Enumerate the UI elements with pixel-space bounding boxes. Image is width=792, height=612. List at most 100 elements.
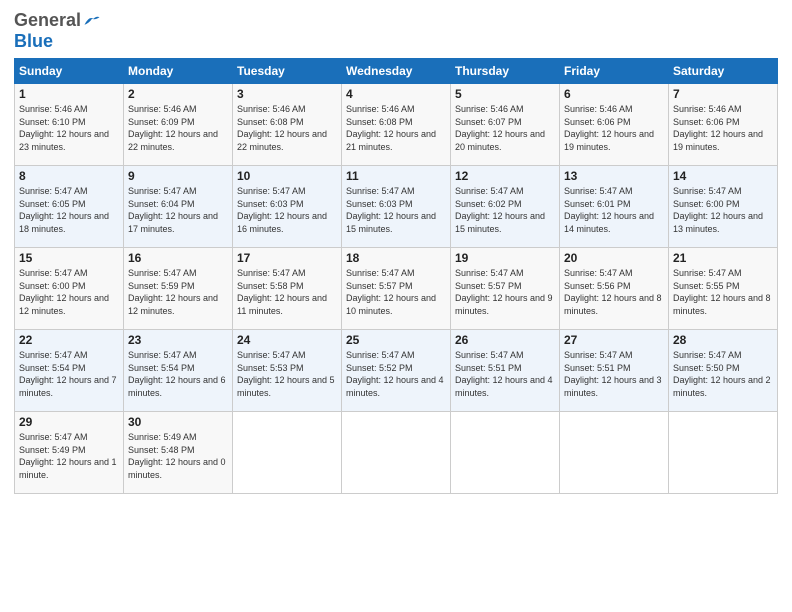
day-cell-5: 5 Sunrise: 5:46 AM Sunset: 6:07 PM Dayli… [451,84,560,166]
day-number: 19 [455,251,555,265]
day-info: Sunrise: 5:47 AM Sunset: 6:00 PM Dayligh… [19,267,119,317]
day-number: 2 [128,87,228,101]
day-info: Sunrise: 5:47 AM Sunset: 5:59 PM Dayligh… [128,267,228,317]
weekday-header-saturday: Saturday [669,59,778,84]
day-number: 25 [346,333,446,347]
weekday-header-monday: Monday [124,59,233,84]
day-cell-10: 10 Sunrise: 5:47 AM Sunset: 6:03 PM Dayl… [233,166,342,248]
day-number: 17 [237,251,337,265]
day-info: Sunrise: 5:47 AM Sunset: 5:57 PM Dayligh… [455,267,555,317]
day-cell-4: 4 Sunrise: 5:46 AM Sunset: 6:08 PM Dayli… [342,84,451,166]
page: General Blue SundayMondayTuesdayWednesda… [0,0,792,612]
day-cell-22: 22 Sunrise: 5:47 AM Sunset: 5:54 PM Dayl… [15,330,124,412]
empty-cell [342,412,451,494]
weekday-header-row: SundayMondayTuesdayWednesdayThursdayFrid… [15,59,778,84]
day-info: Sunrise: 5:47 AM Sunset: 5:52 PM Dayligh… [346,349,446,399]
day-cell-29: 29 Sunrise: 5:47 AM Sunset: 5:49 PM Dayl… [15,412,124,494]
day-info: Sunrise: 5:47 AM Sunset: 5:57 PM Dayligh… [346,267,446,317]
day-number: 28 [673,333,773,347]
day-cell-16: 16 Sunrise: 5:47 AM Sunset: 5:59 PM Dayl… [124,248,233,330]
day-cell-15: 15 Sunrise: 5:47 AM Sunset: 6:00 PM Dayl… [15,248,124,330]
day-number: 29 [19,415,119,429]
logo-blue-text: Blue [14,31,53,51]
logo: General Blue [14,10,101,52]
day-number: 12 [455,169,555,183]
day-info: Sunrise: 5:47 AM Sunset: 5:51 PM Dayligh… [455,349,555,399]
day-info: Sunrise: 5:47 AM Sunset: 5:49 PM Dayligh… [19,431,119,481]
day-info: Sunrise: 5:47 AM Sunset: 6:05 PM Dayligh… [19,185,119,235]
day-cell-8: 8 Sunrise: 5:47 AM Sunset: 6:05 PM Dayli… [15,166,124,248]
week-row-2: 8 Sunrise: 5:47 AM Sunset: 6:05 PM Dayli… [15,166,778,248]
day-number: 27 [564,333,664,347]
logo-general-text: General [14,10,81,31]
day-number: 8 [19,169,119,183]
day-cell-18: 18 Sunrise: 5:47 AM Sunset: 5:57 PM Dayl… [342,248,451,330]
week-row-1: 1 Sunrise: 5:46 AM Sunset: 6:10 PM Dayli… [15,84,778,166]
day-cell-3: 3 Sunrise: 5:46 AM Sunset: 6:08 PM Dayli… [233,84,342,166]
weekday-header-thursday: Thursday [451,59,560,84]
day-info: Sunrise: 5:47 AM Sunset: 5:50 PM Dayligh… [673,349,773,399]
weekday-header-friday: Friday [560,59,669,84]
day-cell-6: 6 Sunrise: 5:46 AM Sunset: 6:06 PM Dayli… [560,84,669,166]
day-cell-19: 19 Sunrise: 5:47 AM Sunset: 5:57 PM Dayl… [451,248,560,330]
day-cell-27: 27 Sunrise: 5:47 AM Sunset: 5:51 PM Dayl… [560,330,669,412]
day-cell-21: 21 Sunrise: 5:47 AM Sunset: 5:55 PM Dayl… [669,248,778,330]
day-cell-7: 7 Sunrise: 5:46 AM Sunset: 6:06 PM Dayli… [669,84,778,166]
day-info: Sunrise: 5:47 AM Sunset: 5:55 PM Dayligh… [673,267,773,317]
day-cell-20: 20 Sunrise: 5:47 AM Sunset: 5:56 PM Dayl… [560,248,669,330]
day-number: 23 [128,333,228,347]
day-number: 22 [19,333,119,347]
day-number: 14 [673,169,773,183]
empty-cell [669,412,778,494]
day-info: Sunrise: 5:47 AM Sunset: 5:56 PM Dayligh… [564,267,664,317]
day-cell-1: 1 Sunrise: 5:46 AM Sunset: 6:10 PM Dayli… [15,84,124,166]
day-info: Sunrise: 5:47 AM Sunset: 6:01 PM Dayligh… [564,185,664,235]
day-number: 13 [564,169,664,183]
day-number: 30 [128,415,228,429]
day-cell-26: 26 Sunrise: 5:47 AM Sunset: 5:51 PM Dayl… [451,330,560,412]
day-number: 5 [455,87,555,101]
day-cell-30: 30 Sunrise: 5:49 AM Sunset: 5:48 PM Dayl… [124,412,233,494]
weekday-header-sunday: Sunday [15,59,124,84]
day-number: 21 [673,251,773,265]
day-cell-12: 12 Sunrise: 5:47 AM Sunset: 6:02 PM Dayl… [451,166,560,248]
day-info: Sunrise: 5:49 AM Sunset: 5:48 PM Dayligh… [128,431,228,481]
day-cell-9: 9 Sunrise: 5:47 AM Sunset: 6:04 PM Dayli… [124,166,233,248]
day-info: Sunrise: 5:46 AM Sunset: 6:08 PM Dayligh… [237,103,337,153]
day-number: 15 [19,251,119,265]
day-info: Sunrise: 5:47 AM Sunset: 6:03 PM Dayligh… [346,185,446,235]
day-number: 26 [455,333,555,347]
week-row-5: 29 Sunrise: 5:47 AM Sunset: 5:49 PM Dayl… [15,412,778,494]
day-number: 20 [564,251,664,265]
day-number: 10 [237,169,337,183]
day-cell-23: 23 Sunrise: 5:47 AM Sunset: 5:54 PM Dayl… [124,330,233,412]
day-info: Sunrise: 5:47 AM Sunset: 6:02 PM Dayligh… [455,185,555,235]
week-row-4: 22 Sunrise: 5:47 AM Sunset: 5:54 PM Dayl… [15,330,778,412]
day-number: 16 [128,251,228,265]
empty-cell [451,412,560,494]
day-number: 11 [346,169,446,183]
day-info: Sunrise: 5:47 AM Sunset: 5:54 PM Dayligh… [128,349,228,399]
calendar-table: SundayMondayTuesdayWednesdayThursdayFrid… [14,58,778,494]
day-info: Sunrise: 5:47 AM Sunset: 5:54 PM Dayligh… [19,349,119,399]
logo-bird-icon [83,14,101,28]
empty-cell [233,412,342,494]
day-info: Sunrise: 5:46 AM Sunset: 6:06 PM Dayligh… [673,103,773,153]
day-info: Sunrise: 5:46 AM Sunset: 6:09 PM Dayligh… [128,103,228,153]
day-cell-28: 28 Sunrise: 5:47 AM Sunset: 5:50 PM Dayl… [669,330,778,412]
day-cell-25: 25 Sunrise: 5:47 AM Sunset: 5:52 PM Dayl… [342,330,451,412]
day-info: Sunrise: 5:46 AM Sunset: 6:07 PM Dayligh… [455,103,555,153]
day-number: 3 [237,87,337,101]
day-number: 4 [346,87,446,101]
weekday-header-wednesday: Wednesday [342,59,451,84]
day-info: Sunrise: 5:47 AM Sunset: 6:03 PM Dayligh… [237,185,337,235]
day-number: 9 [128,169,228,183]
day-cell-2: 2 Sunrise: 5:46 AM Sunset: 6:09 PM Dayli… [124,84,233,166]
day-number: 24 [237,333,337,347]
empty-cell [560,412,669,494]
day-number: 6 [564,87,664,101]
day-cell-11: 11 Sunrise: 5:47 AM Sunset: 6:03 PM Dayl… [342,166,451,248]
week-row-3: 15 Sunrise: 5:47 AM Sunset: 6:00 PM Dayl… [15,248,778,330]
header: General Blue [14,10,778,52]
day-number: 7 [673,87,773,101]
